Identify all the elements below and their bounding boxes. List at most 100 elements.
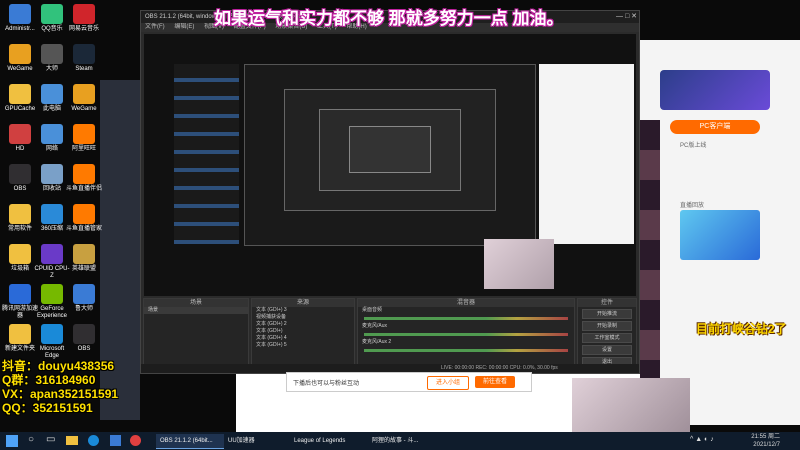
desktop-icon[interactable]: 360压缩 bbox=[34, 204, 70, 233]
maximize-icon[interactable]: □ bbox=[625, 13, 629, 20]
start-streaming-button[interactable]: 开始推流 bbox=[582, 309, 632, 319]
desktop-icon-label: 腾讯网游加速器 bbox=[2, 306, 39, 319]
background-browser-window[interactable]: PC客户端 PC版上线 直播回放 bbox=[640, 40, 800, 425]
source-item[interactable]: 文本 (GDI+) 3 bbox=[252, 307, 354, 314]
desktop-icon[interactable]: WeGame bbox=[2, 44, 38, 73]
desktop-icon[interactable]: Steam bbox=[66, 44, 102, 73]
scenes-dock: 场景 场景 bbox=[143, 298, 249, 372]
volume-meter[interactable] bbox=[364, 317, 568, 320]
start-recording-button[interactable]: 开始录制 bbox=[582, 321, 632, 331]
scene-item[interactable]: 场景 bbox=[144, 307, 248, 314]
desktop-icon-label: 大师 bbox=[45, 66, 58, 72]
task-view-icon[interactable]: ▭ bbox=[46, 434, 55, 445]
desktop-icon[interactable]: CPUID CPU-Z bbox=[34, 244, 70, 280]
obs-window[interactable]: OBS 21.1.2 (64bit, windows) - 配置文件: 未命名 … bbox=[140, 10, 640, 374]
desktop-icon[interactable]: 常用软件 bbox=[2, 204, 38, 233]
folder-icon[interactable] bbox=[66, 436, 78, 445]
app-icon bbox=[41, 204, 63, 224]
desktop-icon[interactable]: 新建文件夹 bbox=[2, 324, 38, 353]
desktop-icon[interactable]: GPUCache bbox=[2, 84, 38, 113]
desktop-icon[interactable]: 大师 bbox=[34, 44, 70, 73]
windows-start-icon[interactable] bbox=[6, 435, 18, 447]
browser-icon[interactable] bbox=[130, 435, 141, 446]
desktop-icon[interactable]: 斗鱼直播伴侣 bbox=[66, 164, 102, 193]
app-icon bbox=[9, 4, 31, 24]
app-icon bbox=[41, 4, 63, 24]
app-icon bbox=[41, 244, 63, 264]
obs-preview[interactable] bbox=[144, 34, 636, 296]
desktop-icon-label: OBS bbox=[77, 346, 91, 352]
desktop-icon-label: WeGame bbox=[71, 106, 97, 112]
source-item[interactable]: 文本 (GDI+) bbox=[252, 328, 354, 335]
mixer-channel-label: 桌面音频 bbox=[362, 307, 383, 313]
notice-join-button[interactable]: 进入小组 bbox=[427, 376, 469, 390]
minimize-icon[interactable]: — bbox=[616, 13, 623, 20]
desktop-icon-label: OBS bbox=[13, 186, 27, 192]
desktop-icon[interactable]: Microsoft Edge bbox=[34, 324, 70, 360]
desktop-icon-label: GPUCache bbox=[4, 106, 36, 112]
desktop-icon[interactable]: 网易云音乐 bbox=[66, 4, 102, 33]
desktop-icon[interactable]: QQ音乐 bbox=[34, 4, 70, 33]
desktop-icon-label: 斗鱼直播伴侣 bbox=[66, 186, 103, 192]
desktop-icon[interactable]: 鲁大师 bbox=[66, 284, 102, 313]
notice-text: 下播后也可以与粉丝互动 bbox=[293, 381, 360, 387]
desktop-icon[interactable]: 回收站 bbox=[34, 164, 70, 193]
close-icon[interactable]: ✕ bbox=[631, 13, 637, 20]
desktop-icon[interactable]: 阿里旺旺 bbox=[66, 124, 102, 153]
desktop-icon-label: QQ音乐 bbox=[41, 26, 63, 32]
desktop-icon[interactable]: 斗鱼直播管家 bbox=[66, 204, 102, 233]
desktop-icon[interactable]: HD bbox=[2, 124, 38, 153]
desktop-icon[interactable]: 腾讯网游加速器 bbox=[2, 284, 38, 320]
clock[interactable]: 21:55 周二 2021/12/7 bbox=[740, 433, 780, 449]
desktop-icon[interactable]: OBS bbox=[2, 164, 38, 193]
desktop-icon[interactable]: OBS bbox=[66, 324, 102, 353]
volume-meter[interactable] bbox=[364, 333, 568, 336]
desktop-icon[interactable]: 此电脑 bbox=[34, 84, 70, 113]
qgroup-line: Q群：316184960 bbox=[2, 373, 96, 387]
taskbar-item-douyu[interactable]: 阿狸的故事 - 斗... bbox=[368, 434, 444, 448]
desktop-icon-label: HD bbox=[15, 146, 25, 152]
desktop-icon[interactable]: 英雄联盟 bbox=[66, 244, 102, 273]
source-item[interactable]: 视频捕获设备 bbox=[252, 314, 354, 321]
right-note-text: 目前打峡谷钻2了 bbox=[696, 322, 787, 336]
game-thumb-strip bbox=[640, 120, 660, 420]
sources-dock-title: 来源 bbox=[252, 299, 354, 307]
menu-file[interactable]: 文件(F) bbox=[145, 24, 165, 30]
desktop-icon[interactable]: GeForce Experience bbox=[34, 284, 70, 320]
top-banner-text: 如果运气和实力都不够 那就多努力一点 加油。 bbox=[214, 9, 564, 28]
controls-dock-title: 控件 bbox=[578, 299, 636, 307]
desktop-icon[interactable]: Administr... bbox=[2, 4, 38, 33]
search-icon[interactable]: ○ bbox=[28, 434, 34, 445]
desktop-icon-label: GeForce Experience bbox=[36, 306, 68, 319]
app-icon bbox=[73, 84, 95, 104]
source-item[interactable]: 文本 (GDI+) 2 bbox=[252, 321, 354, 328]
taskbar-item-lol[interactable]: League of Legends bbox=[290, 434, 366, 448]
mixer-channel-label: 麦克风/Aux bbox=[362, 323, 388, 329]
mixer-dock: 混音器 桌面音频 麦克风/Aux 麦克风/Aux 2 bbox=[357, 298, 575, 372]
pc-client-badge[interactable]: PC客户端 bbox=[670, 120, 760, 134]
desktop-icon-label: Administr... bbox=[5, 26, 35, 32]
taskbar-item-obs[interactable]: OBS 21.1.2 (64bit... bbox=[156, 434, 224, 449]
mixer-channel-label: 麦克风/Aux 2 bbox=[362, 339, 392, 345]
taskbar-item-uu[interactable]: UU加速器 bbox=[224, 434, 288, 448]
source-item[interactable]: 文本 (GDI+) 4 bbox=[252, 335, 354, 342]
douyin-line: 抖音：douyu438356 bbox=[2, 359, 115, 373]
app-icon bbox=[73, 324, 95, 344]
volume-meter[interactable] bbox=[364, 349, 568, 352]
desktop-icon[interactable]: WeGame bbox=[66, 84, 102, 113]
edge-icon[interactable] bbox=[88, 435, 99, 446]
desktop-icon-label: 斗鱼直播管家 bbox=[66, 226, 103, 232]
notice-bar: 下播后也可以与粉丝互动 进入小组 前往查看 bbox=[286, 372, 532, 392]
settings-button[interactable]: 设置 bbox=[582, 345, 632, 355]
menu-edit[interactable]: 编辑(E) bbox=[174, 24, 194, 30]
notice-view-button[interactable]: 前往查看 bbox=[475, 376, 515, 388]
store-icon[interactable] bbox=[110, 435, 121, 446]
tray-icons[interactable]: ^ ▲ ◐ ♪ bbox=[690, 436, 714, 443]
app-icon bbox=[73, 204, 95, 224]
source-item[interactable]: 文本 (GDI+) 5 bbox=[252, 342, 354, 349]
desktop-icon[interactable]: 垃圾箱 bbox=[2, 244, 38, 273]
vx-line: VX：apan352151591 bbox=[2, 387, 119, 401]
desktop-icon[interactable]: 网络 bbox=[34, 124, 70, 153]
taskbar: ○ ▭ OBS 21.1.2 (64bit... UU加速器 League of… bbox=[0, 432, 800, 450]
studio-mode-button[interactable]: 工作室模式 bbox=[582, 333, 632, 343]
